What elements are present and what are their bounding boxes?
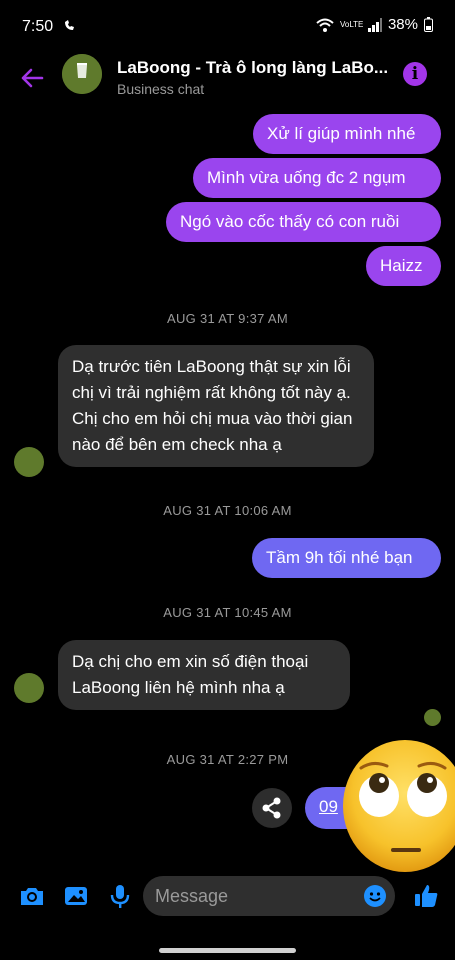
emoji-icon[interactable]	[363, 884, 387, 908]
message-outgoing[interactable]: Mình vừa uống đc 2 ngụm	[193, 158, 441, 198]
battery-icon	[424, 17, 433, 32]
contact-avatar-small	[14, 447, 44, 477]
share-icon	[262, 797, 281, 819]
info-icon[interactable]: i	[403, 62, 427, 86]
network-label: VoLTE	[339, 20, 364, 29]
like-icon[interactable]	[412, 882, 440, 910]
status-icons: VoLTE 38%	[316, 16, 433, 33]
battery-percent: 38%	[387, 16, 418, 33]
composer-bar: Message	[0, 872, 455, 920]
message-outgoing[interactable]: Tầm 9h tối nhé bạn	[252, 538, 441, 578]
call-forward-icon	[65, 20, 74, 30]
status-bar: 7:50 VoLTE 38%	[0, 0, 455, 50]
message-outgoing[interactable]: Ngó vào cốc thấy có con ruồi	[166, 202, 441, 242]
contact-avatar-small	[14, 673, 44, 703]
camera-icon[interactable]	[18, 882, 46, 910]
chat-title: LaBoong - Trà ô long làng LaBo...	[117, 58, 387, 77]
chat-subtitle: Business chat	[117, 81, 205, 97]
message-outgoing[interactable]: Xử lí giúp mình nhé	[253, 114, 441, 154]
seen-indicator	[424, 709, 441, 726]
timestamp: AUG 31 AT 10:06 AM	[163, 503, 292, 518]
eye-roll-emoji-icon	[343, 740, 455, 872]
message-input[interactable]: Message	[143, 876, 395, 916]
chat-header: LaBoong - Trà ô long làng LaBo... Busine…	[0, 50, 455, 106]
share-button[interactable]	[252, 788, 292, 828]
timestamp: AUG 31 AT 9:37 AM	[167, 311, 288, 326]
signal-icon	[367, 17, 382, 32]
laboong-logo-icon	[62, 54, 102, 94]
timestamp: AUG 31 AT 10:45 AM	[163, 605, 292, 620]
message-outgoing[interactable]: Haizz	[366, 246, 441, 286]
message-incoming[interactable]: Dạ trước tiên LaBoong thật sự xin lỗi ch…	[58, 345, 374, 467]
back-arrow-icon[interactable]	[18, 64, 46, 92]
status-time: 7:50	[22, 18, 54, 35]
microphone-icon[interactable]	[106, 882, 134, 910]
contact-avatar[interactable]	[62, 54, 102, 94]
wifi-icon	[316, 18, 334, 32]
gallery-icon[interactable]	[62, 882, 90, 910]
home-indicator[interactable]	[159, 948, 296, 953]
message-incoming[interactable]: Dạ chị cho em xin số điện thoại LaBoong …	[58, 640, 350, 710]
